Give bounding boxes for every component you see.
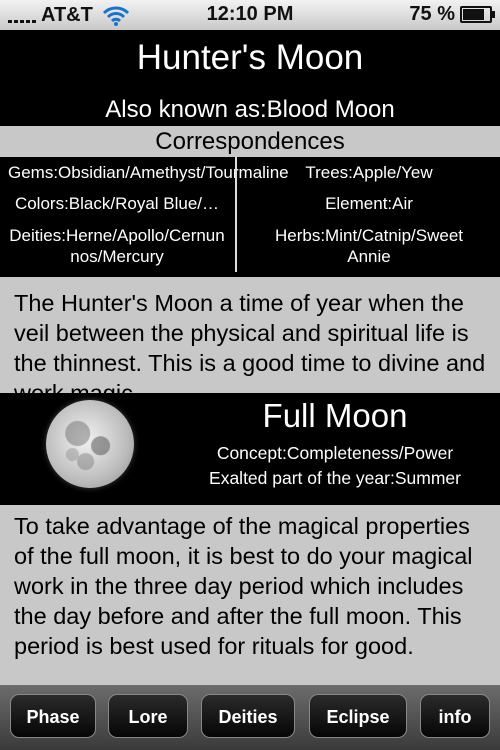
tab-phase[interactable]: Phase <box>10 694 96 738</box>
tab-deities[interactable]: Deities <box>201 694 295 738</box>
full-moon-image <box>46 400 134 488</box>
tab-info[interactable]: info <box>420 694 490 738</box>
correspondences-right-column: Trees:Apple/Yew Element:Air Herbs:Mint/C… <box>238 157 500 272</box>
battery-icon <box>460 6 495 23</box>
phase-concept: Concept:Completeness/Power <box>216 443 454 463</box>
lore-text: The Hunter's Moon a time of year when th… <box>14 290 486 393</box>
moon-phase-section: Full Moon Concept:Completeness/Power Exa… <box>0 393 500 505</box>
also-known-as: Also known as:Blood Moon <box>105 96 395 123</box>
battery-group: 75 % <box>409 3 495 26</box>
herbs-label: Herbs:Mint/Catnip/Sweet Annie <box>274 225 464 266</box>
phase-exalted: Exalted part of the year:Summer <box>209 468 461 488</box>
correspondences-grid: Gems:Obsidian/Amethyst/Tourmaline Colors… <box>0 157 500 272</box>
phase-text-panel[interactable]: To take advantage of the magical propert… <box>0 505 500 685</box>
lore-text-panel[interactable]: The Hunter's Moon a time of year when th… <box>0 277 500 393</box>
phase-name: Full Moon <box>262 397 408 434</box>
deities-label: Deities:Herne/Apollo/Cernunnos/Mercury <box>9 225 225 266</box>
trees-label: Trees:Apple/Yew <box>305 163 433 183</box>
tab-eclipse[interactable]: Eclipse <box>309 694 407 738</box>
element-label: Element:Air <box>325 194 413 214</box>
tab-bar: Phase Lore Deities Eclipse info <box>0 685 500 750</box>
status-bar: AT&T 12:10 PM 75 % <box>0 0 500 30</box>
gems-label: Gems:Obsidian/Amethyst/Tourmaline <box>8 163 289 183</box>
tab-lore[interactable]: Lore <box>108 694 188 738</box>
column-divider <box>235 157 237 272</box>
colors-label: Colors:Black/Royal Blue/… <box>14 194 220 214</box>
phase-text: To take advantage of the magical propert… <box>14 513 473 659</box>
correspondences-left-column: Gems:Obsidian/Amethyst/Tourmaline Colors… <box>0 157 289 272</box>
moon-title: Hunter's Moon <box>136 38 364 77</box>
correspondences-heading: Correspondences <box>0 126 500 157</box>
battery-percent: 75 % <box>409 3 455 25</box>
